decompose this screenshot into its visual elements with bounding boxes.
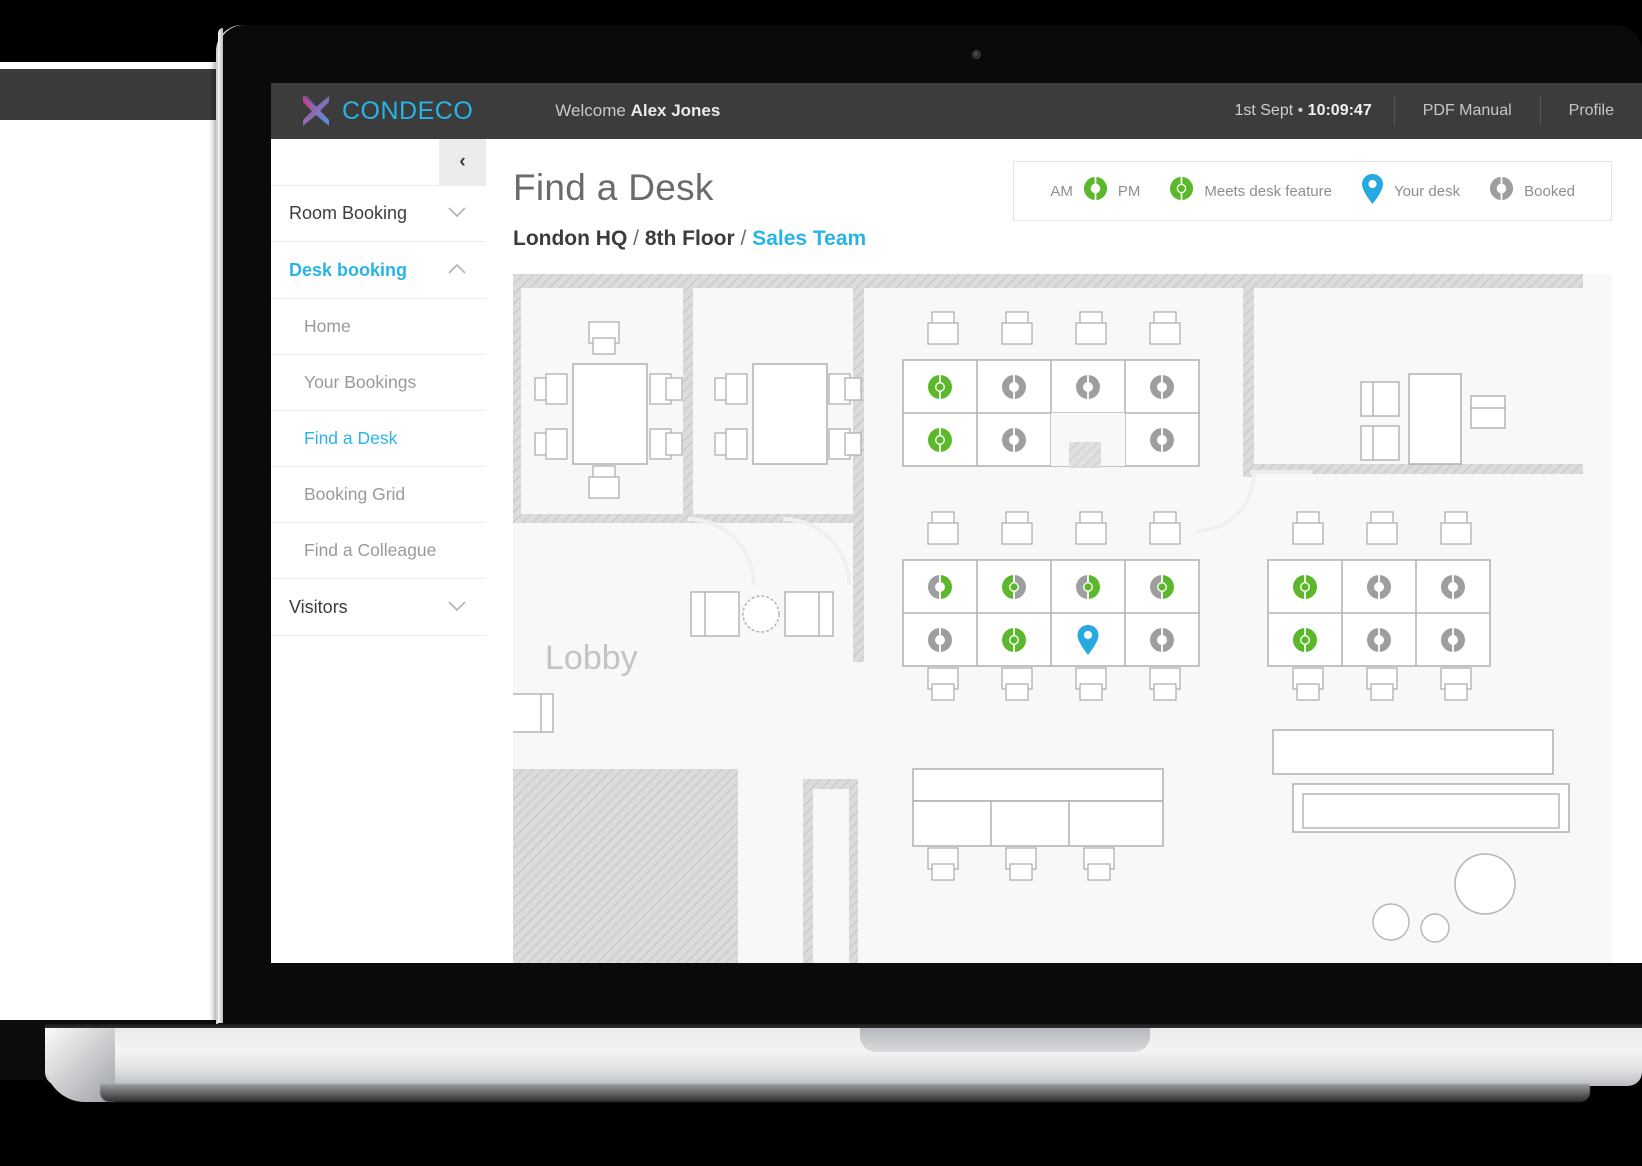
webcam-lens-icon	[974, 52, 978, 56]
datetime-separator: •	[1297, 102, 1304, 119]
sidebar-item-find-a-desk[interactable]: Find a Desk	[271, 411, 486, 467]
breadcrumb: London HQ / 8th Floor / Sales Team	[513, 227, 1642, 251]
sidebar-item-label: Find a Colleague	[304, 540, 437, 560]
breadcrumb-floor[interactable]: 8th Floor	[645, 227, 735, 250]
chevron-down-icon	[448, 205, 466, 222]
sidebar-collapse-button[interactable]: ‹	[439, 139, 486, 185]
sidebar-item-label: Find a Desk	[304, 428, 398, 448]
header-datetime: 1st Sept • 10:09:47	[1212, 102, 1393, 120]
sidebar-group-label: Desk booking	[289, 259, 408, 280]
welcome-prefix: Welcome	[555, 101, 626, 120]
legend-your-desk-label: Your desk	[1393, 182, 1461, 200]
app-header: CONDECO Welcome Alex Jones 1st Sept • 10…	[271, 83, 1642, 139]
header-date: 1st Sept	[1234, 102, 1294, 119]
sidebar-item-your-bookings[interactable]: Your Bookings	[271, 355, 486, 411]
condeco-x-logo-icon	[298, 93, 334, 129]
legend-meets-desk-feature: Meets desk feature	[1154, 175, 1346, 207]
lobby-label: Lobby	[545, 639, 638, 677]
app-screen: CONDECO Welcome Alex Jones 1st Sept • 10…	[271, 83, 1642, 963]
screenshot-stage: CONDECO Welcome Alex Jones 1st Sept • 10…	[0, 0, 1642, 1166]
chevron-up-icon	[448, 262, 466, 279]
breadcrumb-separator: /	[740, 227, 747, 250]
laptop-base-foot	[100, 1084, 1590, 1102]
brand-logo[interactable]: CONDECO	[271, 93, 473, 129]
legend-booked: Booked	[1474, 175, 1589, 207]
breadcrumb-separator: /	[633, 227, 639, 250]
sidebar: ‹ Room Booking Desk booking Home Your Bo…	[271, 139, 486, 963]
legend-feature-label: Meets desk feature	[1204, 182, 1332, 200]
desk-cluster-east	[1267, 511, 1491, 701]
map-pin-icon	[1360, 173, 1385, 210]
legend-am-pm: AM PM	[1036, 175, 1154, 207]
legend-am-label: AM	[1050, 182, 1073, 200]
am-pm-split-icon	[1082, 175, 1109, 207]
sidebar-item-label: Your Bookings	[304, 372, 417, 392]
sidebar-group-label: Visitors	[289, 596, 348, 617]
sidebar-group-room-booking[interactable]: Room Booking	[271, 185, 486, 242]
header-right-group: 1st Sept • 10:09:47 PDF Manual Profile	[1212, 83, 1642, 139]
chevron-left-icon: ‹	[459, 151, 466, 172]
welcome-message: Welcome Alex Jones	[555, 101, 720, 121]
sidebar-group-desk-booking[interactable]: Desk booking	[271, 242, 486, 299]
sidebar-group-label: Room Booking	[289, 203, 408, 223]
breadcrumb-area[interactable]: Sales Team	[752, 227, 866, 250]
legend-booked-label: Booked	[1524, 182, 1575, 200]
laptop-base	[45, 1028, 1642, 1086]
sidebar-group-visitors[interactable]: Visitors	[271, 579, 486, 636]
sidebar-item-label: Booking Grid	[304, 484, 406, 504]
chevron-down-icon	[448, 599, 466, 616]
laptop-base-notch	[860, 1028, 1150, 1052]
laptop-lid-edge-highlight	[218, 28, 223, 1023]
app-body: ‹ Room Booking Desk booking Home Your Bo…	[271, 139, 1642, 963]
booked-icon	[1488, 175, 1515, 207]
main-content: Find a Desk AM PM Meets desk feature You…	[486, 139, 1642, 963]
sidebar-item-find-a-colleague[interactable]: Find a Colleague	[271, 523, 486, 579]
sidebar-item-home[interactable]: Home	[271, 299, 486, 355]
pdf-manual-link[interactable]: PDF Manual	[1393, 96, 1540, 126]
floorplan-svg: Lobby	[513, 274, 1583, 963]
profile-link[interactable]: Profile	[1539, 96, 1642, 126]
sidebar-collapse-bar: ‹	[271, 139, 486, 185]
user-name: Alex Jones	[630, 101, 721, 120]
legend-panel: AM PM Meets desk feature Your desk Booke…	[1013, 161, 1612, 221]
legend-your-desk: Your desk	[1346, 173, 1474, 210]
legend-pm-label: PM	[1117, 182, 1141, 200]
breadcrumb-building[interactable]: London HQ	[513, 227, 627, 250]
brand-name: CONDECO	[342, 96, 474, 125]
meets-desk-feature-icon	[1168, 175, 1195, 207]
sidebar-item-booking-grid[interactable]: Booking Grid	[271, 467, 486, 523]
sidebar-item-label: Home	[304, 316, 351, 336]
floorplan-canvas[interactable]: Lobby	[513, 274, 1612, 963]
header-time: 10:09:47	[1307, 102, 1372, 119]
